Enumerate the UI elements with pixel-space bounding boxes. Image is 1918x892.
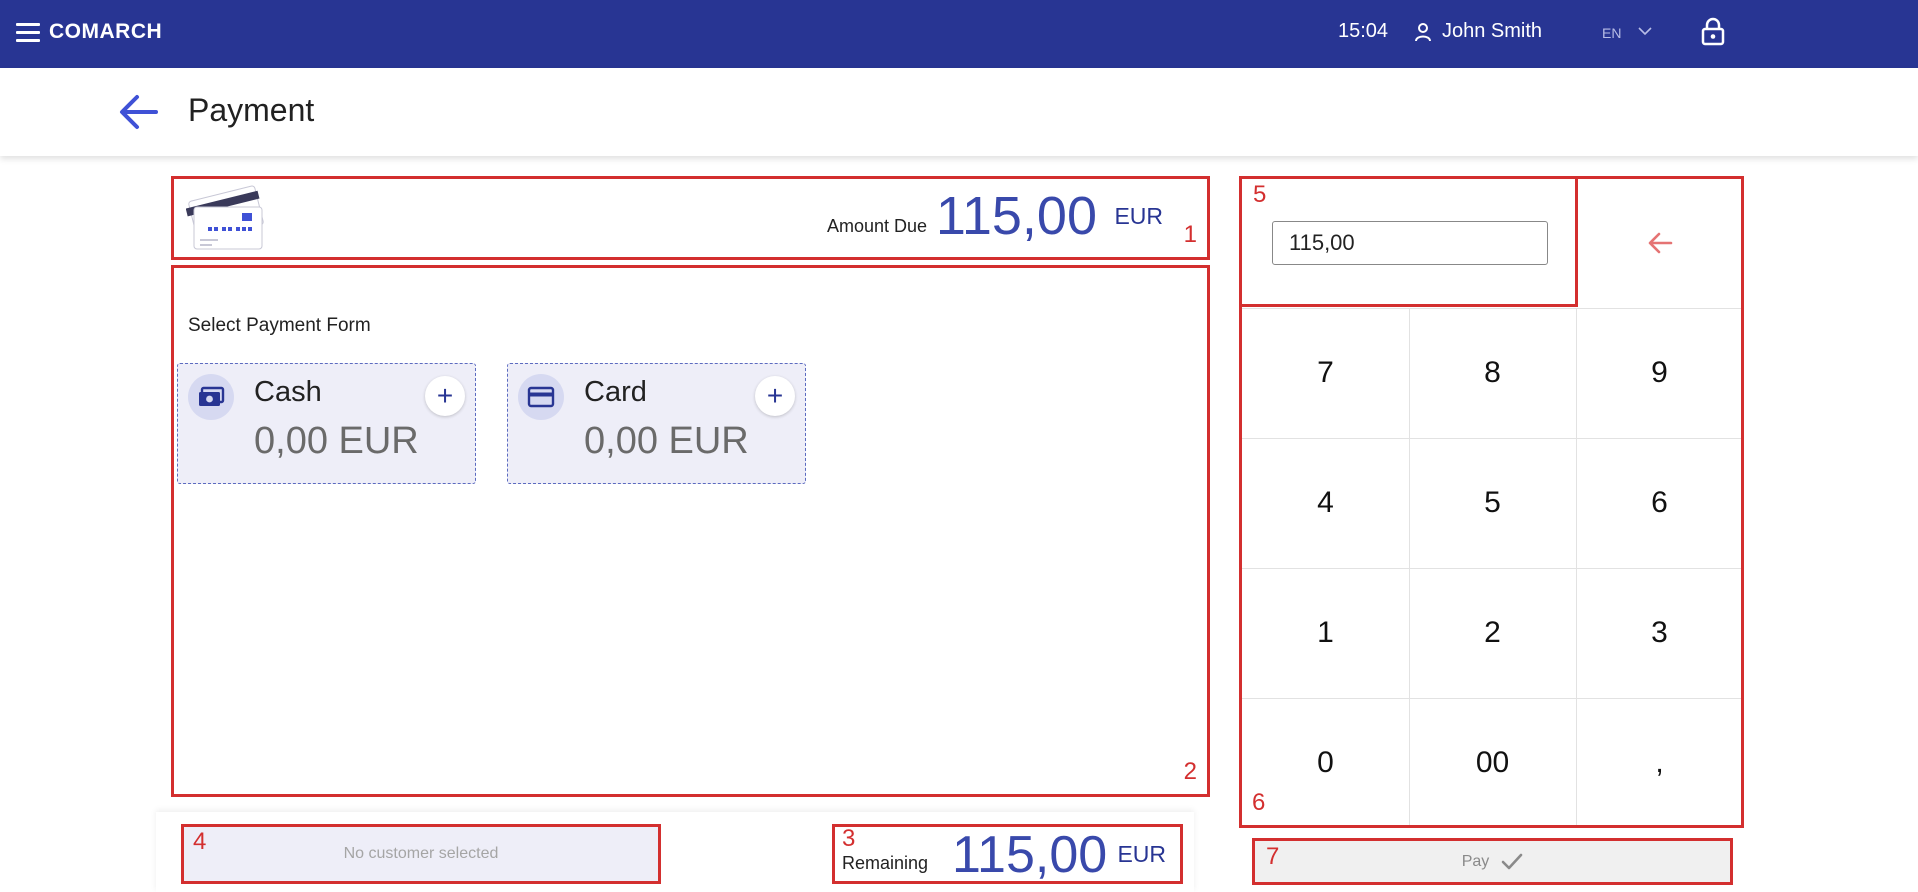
lock-icon[interactable]	[1700, 17, 1726, 47]
annotation-number: 1	[1183, 221, 1197, 248]
page-header: Payment	[0, 68, 1918, 156]
add-card-button[interactable]: +	[755, 376, 795, 416]
amount-due-panel: Amount Due 115,00 EUR 1	[171, 176, 1210, 260]
customer-selector[interactable]: No customer selected 4	[181, 824, 661, 884]
remaining-label: Remaining	[842, 853, 929, 873]
numpad-key-7[interactable]: 7	[1242, 308, 1409, 438]
numpad-key-5[interactable]: 5	[1409, 438, 1576, 568]
annotation-number: 3	[842, 825, 856, 852]
language-selector[interactable]: EN	[1602, 25, 1621, 41]
top-bar: COMARCH 15:04 John Smith EN	[0, 0, 1918, 68]
numpad-key-2[interactable]: 2	[1409, 568, 1576, 698]
cash-icon	[188, 374, 234, 420]
add-cash-button[interactable]: +	[425, 376, 465, 416]
numpad-key-6[interactable]: 6	[1576, 438, 1743, 568]
remaining-value: 115,00	[952, 826, 1108, 884]
annotation-number: 7	[1266, 843, 1280, 870]
pay-label: Pay	[1461, 852, 1490, 870]
numpad-key-3[interactable]: 3	[1576, 568, 1743, 698]
payment-form-amount: 0,00 EUR	[254, 420, 419, 462]
amount-due-label: Amount Due	[826, 216, 927, 236]
user-icon	[1415, 23, 1431, 42]
payment-form-amount: 0,00 EUR	[584, 420, 749, 462]
amount-input[interactable]	[1272, 221, 1548, 265]
brand-logo: COMARCH	[49, 20, 163, 43]
amount-due-currency: EUR	[1114, 203, 1163, 229]
no-customer-label[interactable]: No customer selected	[184, 827, 658, 881]
page-title: Payment	[188, 92, 315, 128]
payment-form-name: Card	[584, 376, 647, 408]
menu-icon[interactable]	[16, 23, 40, 43]
annotation-number: 2	[1183, 758, 1197, 785]
numpad-key-9[interactable]: 9	[1576, 308, 1743, 438]
numpad-key-00[interactable]: 00	[1409, 698, 1576, 828]
numpad-key-comma[interactable]: ,	[1576, 698, 1743, 828]
payment-form-cash[interactable]: Cash 0,00 EUR +	[177, 363, 476, 484]
pay-button[interactable]: Pay 7	[1252, 838, 1733, 885]
numpad-key-8[interactable]: 8	[1409, 308, 1576, 438]
chevron-down-icon[interactable]	[1638, 26, 1652, 36]
numpad-key-1[interactable]: 1	[1242, 568, 1409, 698]
annotation-number: 5	[1253, 181, 1267, 208]
arrow-left-icon[interactable]	[118, 94, 158, 130]
backspace-arrow-icon[interactable]	[1578, 179, 1741, 307]
payment-cards-illustration	[186, 185, 264, 250]
payment-form-name: Cash	[254, 376, 322, 408]
pay-button-content[interactable]: Pay	[1255, 841, 1730, 882]
numpad-key-4[interactable]: 4	[1242, 438, 1409, 568]
payment-forms-panel: Select Payment Form Cash 0,00 EUR + Card…	[171, 265, 1210, 797]
check-icon	[1501, 853, 1523, 869]
annotation-number: 6	[1252, 789, 1266, 816]
remaining-panel: 3 Remaining 115,00 EUR	[832, 824, 1183, 884]
annotation-number: 4	[193, 828, 207, 855]
amount-input-panel: 5	[1239, 176, 1578, 307]
clock: 15:04	[1338, 20, 1389, 42]
user-name[interactable]: John Smith	[1442, 20, 1542, 43]
amount-due-value: 115,00	[935, 186, 1097, 246]
payment-form-card[interactable]: Card 0,00 EUR +	[507, 363, 806, 484]
numpad-key-0[interactable]: 0	[1242, 698, 1409, 828]
credit-card-icon	[518, 374, 564, 420]
select-payment-form-label: Select Payment Form	[188, 315, 371, 336]
remaining-currency: EUR	[1117, 841, 1166, 867]
